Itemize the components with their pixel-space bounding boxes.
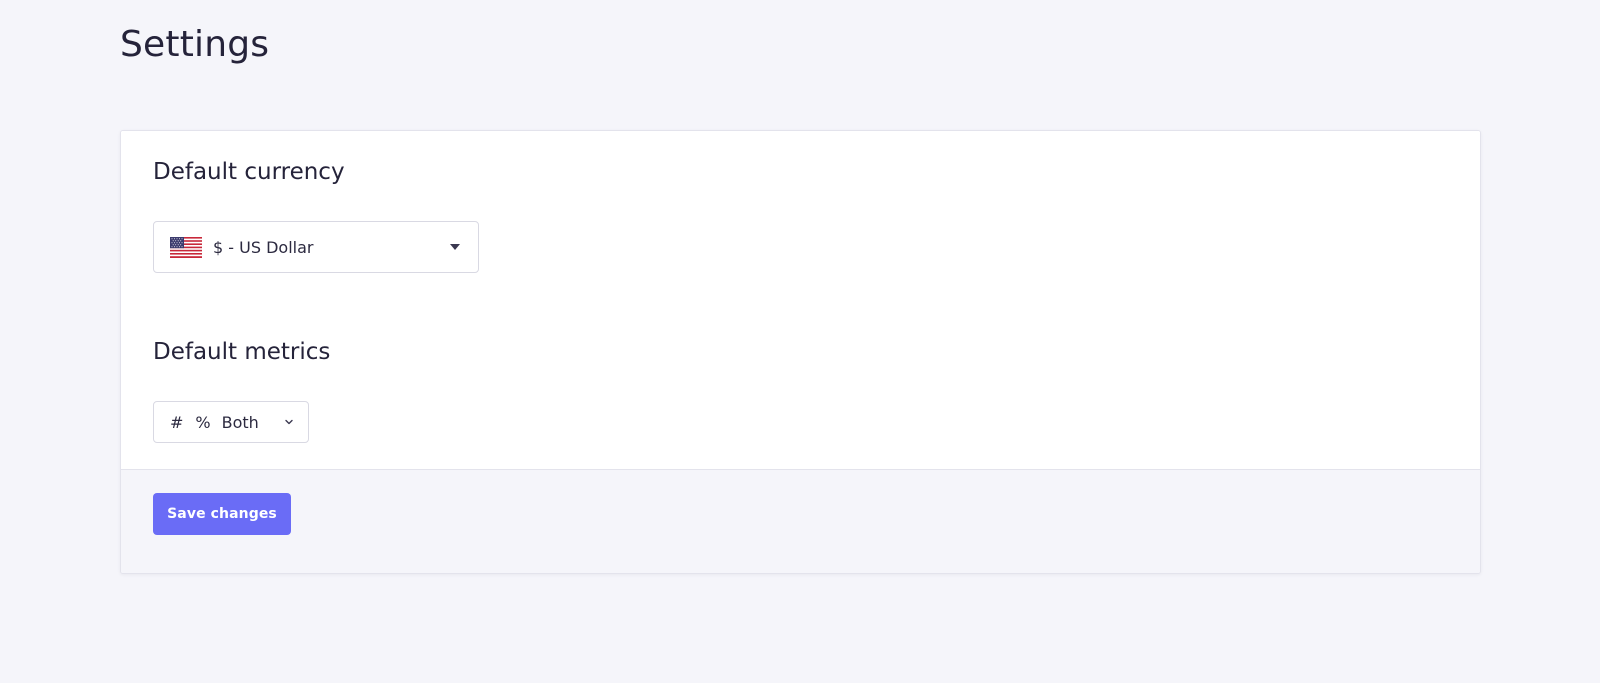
hash-icon: #	[170, 412, 184, 432]
settings-card-body: Default currency $ - US Dollar Default m…	[121, 131, 1480, 469]
settings-card: Default currency $ - US Dollar Default m…	[120, 130, 1481, 574]
settings-page: Settings Default currency $ - US Dollar …	[0, 0, 1600, 683]
currency-select-value: $ - US Dollar	[213, 237, 314, 257]
metrics-select-value: Both	[221, 412, 259, 432]
save-changes-button[interactable]: Save changes	[153, 493, 291, 535]
us-flag-icon	[170, 236, 202, 258]
settings-card-footer	[121, 469, 1480, 573]
chevron-down-icon	[285, 419, 293, 425]
caret-down-icon	[450, 244, 460, 250]
percent-icon: %	[195, 412, 211, 432]
default-metrics-label: Default metrics	[153, 339, 331, 365]
page-title: Settings	[120, 24, 270, 65]
metrics-select[interactable]: # % Both	[153, 401, 309, 443]
default-currency-label: Default currency	[153, 159, 345, 185]
currency-select[interactable]: $ - US Dollar	[153, 221, 479, 273]
